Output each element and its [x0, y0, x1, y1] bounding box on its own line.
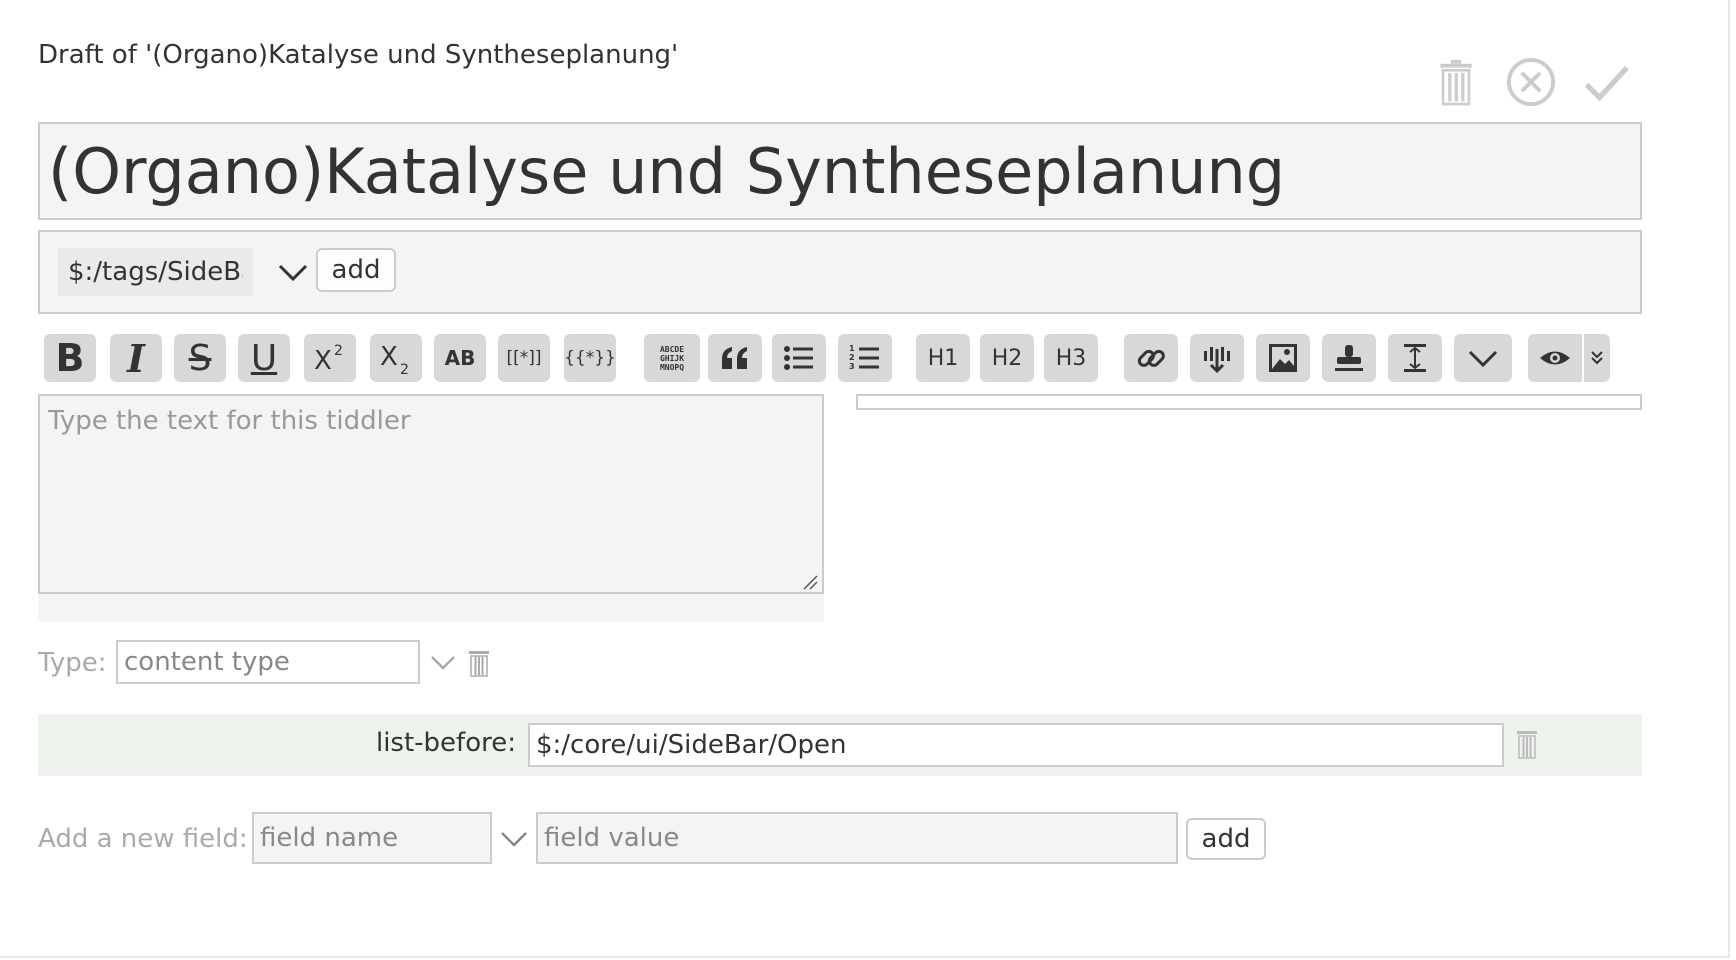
title-input[interactable]	[38, 122, 1642, 220]
transclude-button[interactable]: {{*}}	[564, 334, 616, 382]
italic-button[interactable]: I	[110, 334, 162, 382]
svg-text:3: 3	[849, 362, 855, 371]
superscript-button[interactable]: X 2	[304, 334, 356, 382]
quote-icon	[722, 347, 747, 369]
type-label: Type:	[38, 648, 107, 678]
trash-icon	[1517, 731, 1537, 759]
svg-text:X: X	[380, 342, 398, 372]
quote-button[interactable]	[708, 334, 762, 382]
field-row-list-before: list-before:	[38, 714, 1642, 776]
add-tag-button[interactable]: add	[316, 248, 396, 292]
field-delete-button[interactable]	[1514, 728, 1540, 760]
excise-icon	[1204, 347, 1230, 374]
stamp-icon	[1335, 345, 1363, 371]
type-delete-button[interactable]	[466, 648, 492, 678]
new-field-label: Add a new field:	[38, 824, 248, 854]
field-name-label: list-before:	[375, 728, 516, 758]
tag-dropdown-button[interactable]	[276, 254, 310, 290]
picture-button[interactable]	[1256, 334, 1310, 382]
field-value-input[interactable]	[528, 723, 1504, 767]
subscript-icon: X 2	[380, 342, 409, 375]
heading-2-button[interactable]: H2	[980, 334, 1034, 382]
resize-grip-icon[interactable]	[802, 574, 818, 590]
wikilink-button[interactable]: [[*]]	[498, 334, 550, 382]
numbered-list-icon: 1 2 3	[849, 344, 879, 371]
chevron-down-icon	[501, 832, 527, 847]
strikethrough-button[interactable]: S	[174, 334, 226, 382]
link-button[interactable]	[1124, 334, 1178, 382]
svg-text:2: 2	[334, 343, 343, 359]
subscript-button[interactable]: X 2	[370, 334, 422, 382]
smallcaps-button[interactable]: AB	[434, 334, 486, 382]
stamp-button[interactable]	[1322, 334, 1376, 382]
bullet-list-icon	[784, 346, 813, 370]
excise-button[interactable]	[1190, 334, 1244, 382]
trash-icon	[1440, 59, 1472, 106]
picture-icon	[1269, 344, 1297, 372]
content-type-input[interactable]	[116, 640, 420, 684]
circle-x-icon	[1506, 57, 1556, 107]
chevron-down-icon	[431, 656, 455, 670]
svg-text:1: 1	[849, 344, 855, 353]
line-width-icon	[1404, 344, 1426, 372]
monospace-block-button[interactable]: ABCDE GHIJK MNOPQ	[644, 334, 700, 382]
preview-type-button[interactable]	[1584, 334, 1610, 382]
chevron-down-icon	[1468, 350, 1498, 368]
chevron-down-icon	[278, 264, 308, 282]
line-width-button[interactable]	[1388, 334, 1442, 382]
delete-tiddler-button[interactable]	[1428, 54, 1484, 110]
more-button[interactable]	[1454, 334, 1512, 382]
new-field-name-input[interactable]	[252, 812, 492, 864]
cancel-edit-button[interactable]	[1503, 54, 1559, 110]
numbered-list-button[interactable]: 1 2 3	[838, 334, 892, 382]
trash-icon	[469, 651, 489, 677]
heading-1-button[interactable]: H1	[916, 334, 970, 382]
underline-button[interactable]: U	[238, 334, 290, 382]
bullet-list-button[interactable]	[772, 334, 826, 382]
link-icon	[1137, 349, 1165, 367]
bold-button[interactable]: B	[44, 334, 96, 382]
eye-icon	[1540, 351, 1570, 365]
svg-text:2: 2	[400, 362, 409, 375]
new-field-dropdown-button[interactable]	[498, 824, 530, 854]
double-chevron-down-icon	[1591, 351, 1603, 365]
preview-button[interactable]	[1528, 334, 1582, 382]
svg-text:X: X	[314, 346, 332, 375]
tags-editor: add	[38, 230, 1642, 314]
new-field-value-input[interactable]	[536, 812, 1178, 864]
save-tiddler-button[interactable]	[1578, 54, 1634, 110]
tag-input[interactable]	[58, 248, 253, 296]
editor-footer-strip	[38, 594, 824, 622]
heading-3-button[interactable]: H3	[1044, 334, 1098, 382]
draft-title: Draft of '(Organo)Katalyse und Synthesep…	[38, 40, 679, 70]
superscript-icon: X 2	[314, 343, 343, 375]
preview-pane	[856, 394, 1642, 410]
svg-text:2: 2	[849, 353, 855, 362]
check-icon	[1584, 65, 1629, 102]
add-field-button[interactable]: add	[1186, 818, 1266, 860]
body-textarea[interactable]	[38, 394, 824, 594]
type-dropdown-button[interactable]	[428, 648, 458, 678]
